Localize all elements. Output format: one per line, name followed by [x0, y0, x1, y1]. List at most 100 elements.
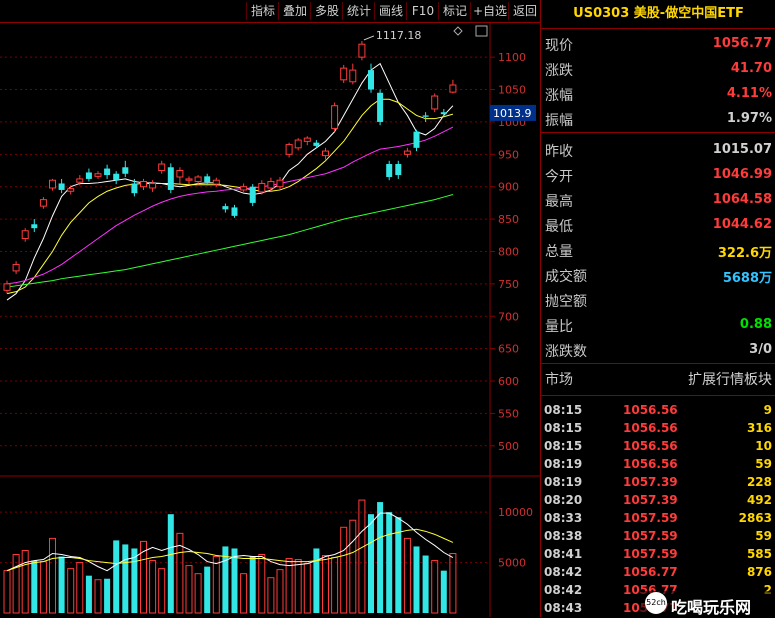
toolbar-button-2[interactable]: 多股 [310, 2, 343, 20]
quote-row: 振幅 1.97% [541, 107, 775, 132]
quote-label: 总量 [545, 244, 573, 260]
window-icon [475, 25, 488, 37]
toolbar-button-6[interactable]: 标记 [438, 2, 471, 20]
candle-body [294, 139, 302, 149]
candle-body [204, 176, 211, 183]
tick-vol: 585 [746, 547, 772, 561]
tick-vol: 2863 [738, 511, 772, 525]
quote-label: 涨幅 [545, 88, 573, 104]
price-tick-label: 1050 [498, 84, 526, 97]
volume-bar [185, 565, 193, 614]
candle-body [131, 183, 138, 194]
tick-row: 08:41 1057.59 585 [541, 545, 775, 563]
quote-label: 涨跌 [545, 63, 573, 79]
candle-body [386, 164, 393, 177]
price-tick-label: 1100 [498, 51, 526, 64]
volume-bar [267, 577, 275, 614]
volume-bar [413, 546, 420, 613]
candle-body [340, 67, 348, 81]
candle-body [313, 142, 320, 146]
toolbar-button-8[interactable]: 返回 [508, 2, 541, 20]
high-marker-label: 1117.18 [376, 29, 422, 42]
price-ma-line [6, 126, 454, 285]
candle-body [258, 182, 266, 193]
candle-body [431, 95, 439, 110]
tick-price: 1056.56 [623, 421, 678, 435]
price-tick-label: 850 [498, 213, 519, 226]
market-label: 市场 [545, 372, 573, 388]
toolbar-button-4[interactable]: 画线 [374, 2, 407, 20]
tick-price: 1057.39 [623, 493, 678, 507]
quote-value: 1046.99 [712, 167, 772, 182]
tick-time: 08:15 [544, 421, 583, 435]
volume-bar [167, 514, 174, 613]
toolbar-button-7[interactable]: +自选 [470, 2, 509, 20]
market-value[interactable]: 扩展行情板块 [688, 369, 772, 389]
tick-price: 1057.59 [623, 511, 678, 525]
candle-body [358, 43, 366, 58]
candle-body [249, 186, 256, 203]
candle-body [212, 179, 220, 185]
price-tick-label: 800 [498, 245, 519, 258]
tick-time: 08:15 [544, 439, 583, 453]
current-price-label: 1013.9 [493, 107, 532, 120]
toolbar-button-3[interactable]: 统计 [342, 2, 375, 20]
quote-row: 最低 1044.62 [541, 213, 775, 238]
quote-value: 4.11% [726, 86, 772, 101]
price-tick-label: 550 [498, 407, 519, 420]
quote-value: 1056.77 [712, 36, 772, 51]
volume-bar [422, 555, 429, 613]
candle-body [167, 167, 174, 190]
volume-ma-line [6, 512, 454, 572]
volume-bar [58, 556, 65, 613]
tick-vol: 9 [763, 403, 772, 417]
volume-bar [149, 560, 157, 614]
divider [541, 395, 775, 396]
site-watermark: 52ch 吃喝玩乐网 [641, 591, 773, 617]
quote-row: 昨收 1015.07 [541, 138, 775, 163]
tick-price: 1057.39 [623, 475, 678, 489]
volume-bar [431, 560, 439, 614]
tick-row: 08:15 1056.56 9 [541, 401, 775, 419]
candle-body [322, 150, 329, 157]
toolbar-button-0[interactable]: 指标 [246, 2, 279, 20]
candle-body [285, 144, 293, 155]
volume-bar [39, 561, 47, 614]
volume-bar [313, 548, 320, 613]
candle-body [331, 105, 339, 129]
tick-vol: 228 [746, 475, 772, 489]
toolbar-button-1[interactable]: 叠加 [278, 2, 311, 20]
candle-body [3, 283, 11, 291]
tick-row: 08:42 1056.77 876 [541, 563, 775, 581]
price-tick-label: 750 [498, 278, 519, 291]
kline-chart[interactable]: 5005506006507007508008509009501000105011… [0, 22, 540, 617]
volume-bar [31, 560, 38, 613]
candle-body [140, 181, 147, 188]
candle-body [413, 131, 420, 148]
watermark-text: 吃喝玩乐网 [671, 598, 752, 617]
tick-time: 08:38 [544, 529, 583, 543]
tick-time: 08:15 [544, 403, 583, 417]
volume-bar [113, 540, 120, 613]
quote-label: 最高 [545, 194, 573, 210]
candle-body [104, 168, 111, 176]
tick-row: 08:33 1057.59 2863 [541, 509, 775, 527]
candle-body [113, 173, 120, 181]
tick-time: 08:42 [544, 583, 583, 597]
candle-body [67, 188, 75, 192]
candle-body [176, 170, 184, 178]
tick-time: 08:19 [544, 457, 583, 471]
volume-bar [240, 573, 248, 614]
volume-bar [67, 568, 75, 614]
security-title: US0303 美股-做空中国ETF [541, 0, 775, 29]
quote-panel: US0303 美股-做空中国ETF 现价 1056.77 涨跌 41.70 涨幅 4.11… [540, 0, 775, 617]
toolbar-button-5[interactable]: F10 [406, 2, 439, 20]
volume-bar [276, 569, 284, 614]
quote-row: 最高 1064.58 [541, 188, 775, 213]
quote-label: 量比 [545, 319, 573, 335]
volume-bar [349, 519, 357, 614]
volume-bar [85, 575, 92, 613]
volume-bar [340, 526, 348, 614]
quote-value: 3/0 [749, 342, 772, 357]
candle-body [158, 163, 166, 172]
